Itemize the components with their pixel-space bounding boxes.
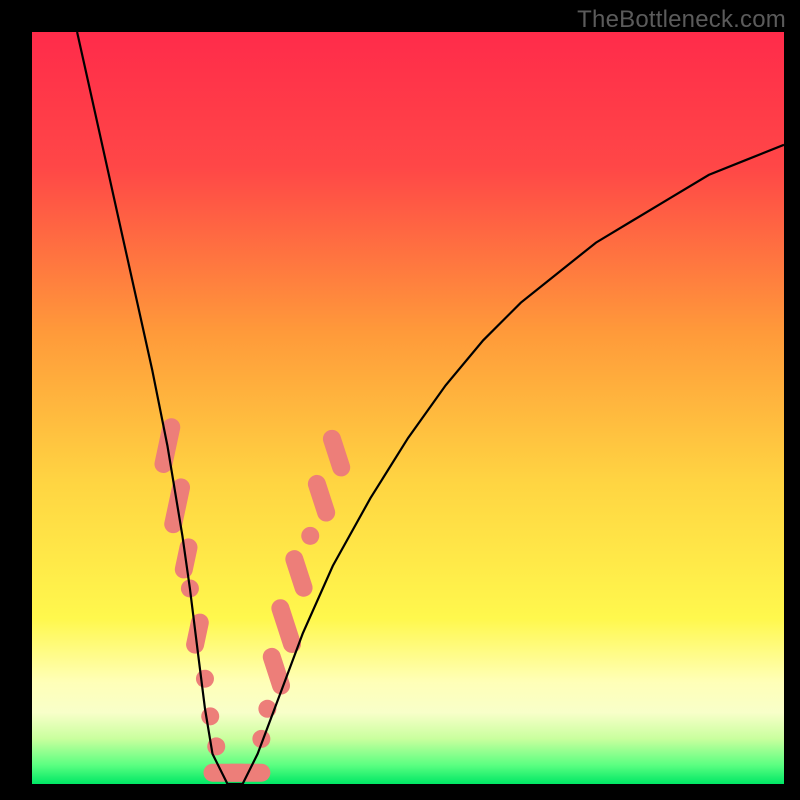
curve-layer [32,32,784,784]
bottleneck-curve [77,32,784,784]
highlight-marker [196,670,214,688]
highlight-marker [201,707,219,725]
plot-area [32,32,784,784]
highlight-marker [321,427,353,478]
highlight-marker [283,548,315,599]
highlight-marker [301,527,319,545]
chart-frame: TheBottleneck.com [0,0,800,800]
highlight-marker [222,764,270,782]
highlight-marker [306,473,338,524]
watermark-text: TheBottleneck.com [577,6,786,34]
